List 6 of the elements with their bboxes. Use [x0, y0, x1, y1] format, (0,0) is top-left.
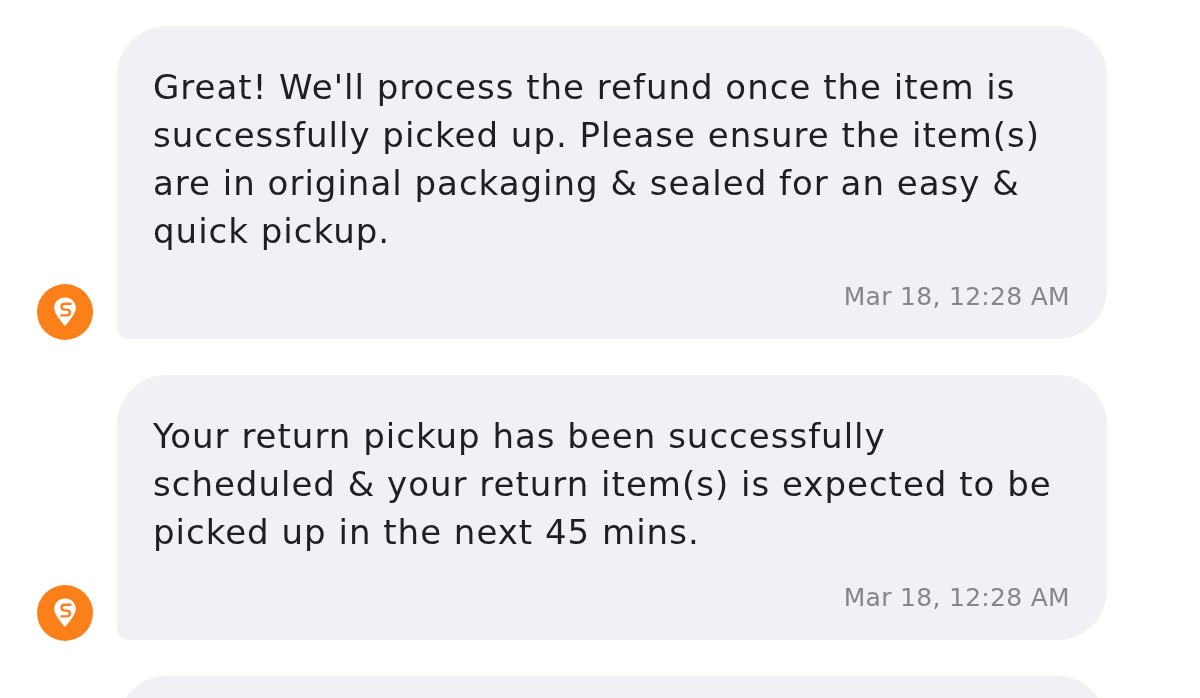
message-text: Your return pickup has been successfully scheduled & your return item(s) is expected to be picked up in the next 45 mins. — [153, 415, 1053, 554]
avatar-icon — [37, 284, 93, 340]
message-timestamp: Mar 18, 12:28 AM — [843, 583, 1070, 613]
message-timestamp: Mar 18, 12:28 AM — [843, 282, 1070, 312]
message-text: Great! We'll process the refund once the item is successfully picked up. Please ensure the item(s) are in original packaging & sealed for an easy & quick pickup. — [153, 66, 1042, 253]
avatar-icon — [37, 585, 93, 641]
